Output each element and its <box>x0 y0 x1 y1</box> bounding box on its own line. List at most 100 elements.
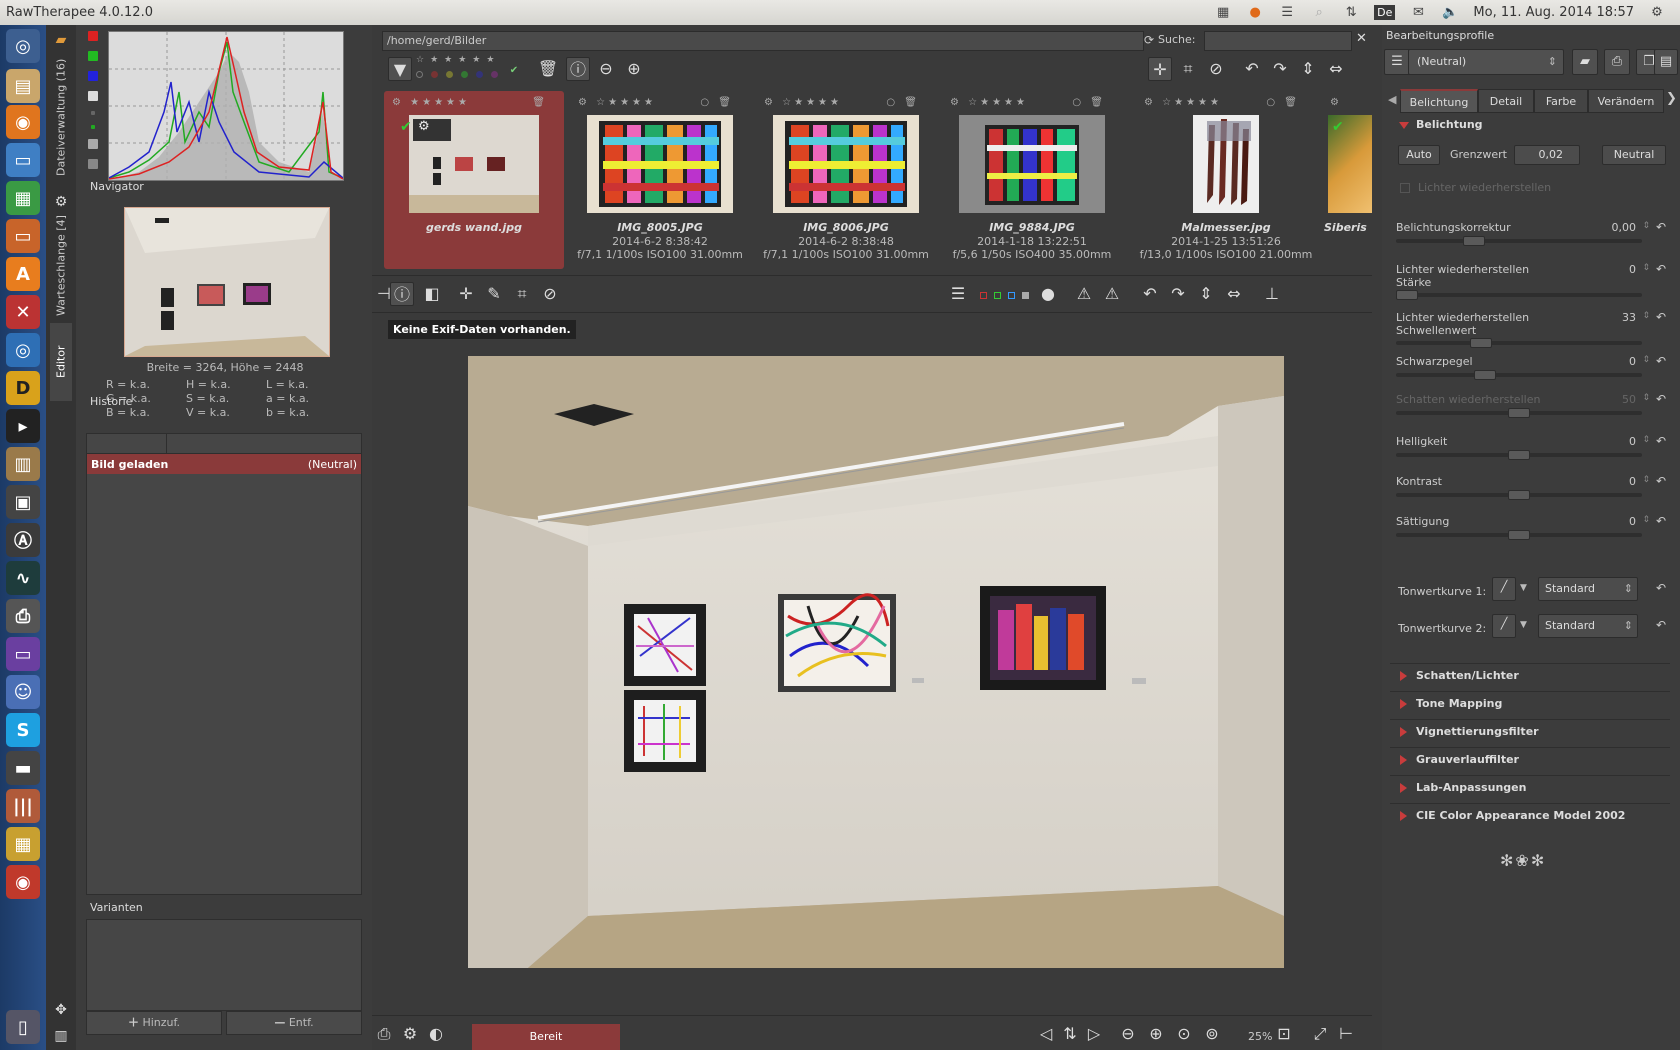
calendar-tray-icon[interactable]: ▦ <box>1214 5 1232 21</box>
sync-image-icon[interactable]: ⇅ <box>1058 1022 1082 1046</box>
zoom-out-icon[interactable]: ⊖ <box>1116 1022 1140 1046</box>
zoom-in-icon[interactable]: ⊕ <box>1144 1022 1168 1046</box>
exposure-slider-value[interactable]: 0 <box>1629 515 1636 528</box>
section-lab-adjustments[interactable]: Lab-Anpassungen <box>1390 775 1670 799</box>
histogram-luminance-toggle[interactable] <box>88 91 98 101</box>
scanner-icon[interactable]: ▬ <box>6 751 40 785</box>
thumbnail-item[interactable]: ⚙ ☆★★★★ ○ 🗑 Malmesser.jpg 2014-1-25 13:5… <box>1136 91 1316 269</box>
exposure-slider[interactable] <box>1396 370 1642 380</box>
histogram-red-toggle[interactable] <box>88 31 98 41</box>
remove-variant-button[interactable]: — Entf. <box>226 1011 362 1035</box>
new-detail-window-icon[interactable]: ⊡ <box>1272 1022 1296 1046</box>
external-editor-icon[interactable]: ◐ <box>424 1022 448 1046</box>
editor-crop-icon[interactable]: ⌗ <box>510 282 534 306</box>
tab-editor[interactable]: Editor <box>50 323 72 401</box>
rotate-left-icon[interactable]: ↶ <box>1240 57 1264 81</box>
thumbnail-rating[interactable]: ⚙ ☆★★★★ ○ 🗑 <box>578 97 748 108</box>
mail-tray-icon[interactable]: ✉ <box>1409 5 1427 21</box>
path-field[interactable]: /home/gerd/Bilder <box>382 31 1144 51</box>
move-icon[interactable]: ✥ <box>52 1001 70 1019</box>
reset-icon[interactable]: ↶ <box>1656 262 1666 276</box>
refresh-icon[interactable]: ⟳ <box>1144 33 1154 47</box>
zoom-in-thumbs-icon[interactable]: ⊕ <box>622 57 646 81</box>
trash-filter-icon[interactable]: 🗑 <box>536 57 560 81</box>
fullscreen-icon[interactable]: ⤢ <box>1308 1022 1332 1046</box>
preview-mode-icon[interactable]: ☰ <box>946 282 970 306</box>
updater-icon[interactable]: Ⓐ <box>6 523 40 557</box>
before-after-icon[interactable]: ◧ <box>420 282 444 306</box>
exposure-slider[interactable] <box>1396 236 1642 246</box>
browser-icon[interactable]: ◎ <box>6 333 40 367</box>
open-profile-icon[interactable]: ▰ <box>1572 49 1598 75</box>
rotate-right-icon[interactable]: ↷ <box>1268 57 1292 81</box>
history-row[interactable]: Bild geladen (Neutral) <box>87 454 361 474</box>
reset-icon[interactable]: ↶ <box>1656 474 1666 488</box>
straighten-icon[interactable]: ⊘ <box>1204 57 1228 81</box>
exposure-slider-value[interactable]: 0 <box>1629 435 1636 448</box>
reset-icon[interactable]: ↶ <box>1656 310 1666 324</box>
exposure-header[interactable]: Belichtung <box>1390 113 1670 137</box>
update-tray-icon[interactable]: ● <box>1246 5 1264 21</box>
language-indicator[interactable]: De <box>1374 5 1396 20</box>
reset-icon[interactable]: ↶ <box>1656 514 1666 528</box>
reset-icon[interactable]: ↶ <box>1656 392 1666 406</box>
impress-icon[interactable]: ▭ <box>6 219 40 253</box>
zoom-100-icon[interactable]: ⊙ <box>1172 1022 1196 1046</box>
search-tray-icon[interactable]: ⌕ <box>1310 5 1328 21</box>
tab-color[interactable]: Farbe <box>1534 89 1588 113</box>
exposure-slider-value[interactable]: 0,00 <box>1612 221 1637 234</box>
history-header-action[interactable] <box>87 434 167 454</box>
exposure-slider[interactable] <box>1396 450 1642 460</box>
spin-arrows-icon[interactable]: ⇕ <box>1642 435 1650 445</box>
clip-spinbox[interactable]: 0,02 <box>1514 145 1580 165</box>
software-center-icon[interactable]: A <box>6 257 40 291</box>
preview-blue-toggle[interactable] <box>1008 292 1015 299</box>
thumbnail-rating[interactable]: ⚙ ☆★★★★ ○ 🗑 <box>764 97 934 108</box>
tone-curve-2-dropdown-icon[interactable]: ▼ <box>1520 620 1527 630</box>
calc-icon[interactable]: ▦ <box>6 181 40 215</box>
exposure-slider-value[interactable]: 0 <box>1629 475 1636 488</box>
darktable-icon[interactable]: D <box>6 371 40 405</box>
tone-curve-1-reset-icon[interactable]: ↶ <box>1656 581 1666 595</box>
terminal-icon[interactable]: ▸ <box>6 409 40 443</box>
exposure-slider-value[interactable]: 0 <box>1629 355 1636 368</box>
slider-knob[interactable] <box>1508 408 1530 418</box>
tab-transform[interactable]: Verändern <box>1588 89 1664 113</box>
editor-info-icon[interactable]: ⓘ <box>390 282 414 306</box>
save-icon[interactable]: ▣ <box>6 485 40 519</box>
firefox-icon[interactable]: ◉ <box>6 105 40 139</box>
dash-icon[interactable]: ◎ <box>6 29 40 63</box>
filter-icon[interactable]: ▼ <box>388 57 412 81</box>
flip-horizontal-icon[interactable]: ⇔ <box>1324 57 1348 81</box>
highlight-recovery-checkbox[interactable] <box>1400 183 1410 193</box>
hand-tool-icon[interactable]: ✛ <box>454 282 478 306</box>
slider-knob[interactable] <box>1470 338 1492 348</box>
preview-green-toggle[interactable] <box>994 292 1001 299</box>
spin-arrows-icon[interactable]: ⇕ <box>1642 355 1650 365</box>
histogram-raw-toggle[interactable] <box>91 125 95 129</box>
thumbnail-item[interactable]: ⚙ ☆★★★★ ○ 🗑 IMG_8005.JPG 2014-6-2 8:38:4… <box>570 91 750 269</box>
slider-knob[interactable] <box>1508 490 1530 500</box>
tone-curve-2-mode[interactable]: ╱ <box>1492 614 1516 638</box>
slider-knob[interactable] <box>1396 290 1418 300</box>
preview-luminance-toggle[interactable] <box>1022 292 1029 299</box>
skype-icon[interactable]: S <box>6 713 40 747</box>
tone-curve-1-dropdown-icon[interactable]: ▼ <box>1520 583 1527 593</box>
histogram-green-toggle[interactable] <box>88 51 98 61</box>
navigator-preview[interactable] <box>124 207 330 357</box>
queue-add-icon[interactable]: ⚙ <box>398 1022 422 1046</box>
close-search-icon[interactable]: ✕ <box>1356 31 1367 46</box>
system-monitor-icon[interactable]: ∿ <box>6 561 40 595</box>
spin-arrows-icon[interactable]: ⇕ <box>1642 311 1650 321</box>
thumbnail-rating[interactable]: ⚙ <box>1330 97 1372 108</box>
profile-select[interactable]: (Neutral) ⇕ <box>1408 49 1564 75</box>
thumbnail-rating[interactable]: ⚙ ☆★★★★ ○ 🗑 <box>950 97 1120 108</box>
crop-icon[interactable]: ⌗ <box>1176 57 1200 81</box>
crosshair-icon[interactable]: ✛ <box>1148 57 1172 81</box>
editor-straighten-icon[interactable]: ⊘ <box>538 282 562 306</box>
rawtherapee-icon[interactable]: ◉ <box>6 865 40 899</box>
preview-red-toggle[interactable] <box>980 292 987 299</box>
tabs-right-arrow-icon[interactable]: ❯ <box>1666 91 1677 106</box>
tab-queue[interactable]: Warteschlange [4] <box>50 211 72 321</box>
volume-tray-icon[interactable]: 🔈 <box>1441 5 1459 21</box>
